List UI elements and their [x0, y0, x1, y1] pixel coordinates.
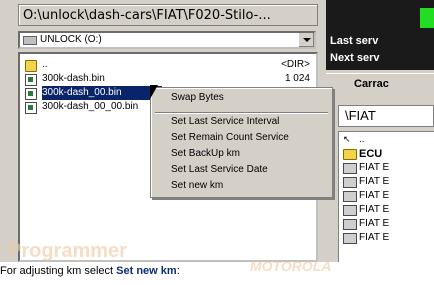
menu-item-swap-bytes[interactable]: Swap Bytes: [171, 91, 224, 105]
item-name: FIAT E: [359, 232, 390, 243]
chip-icon: [343, 177, 357, 188]
chip-icon: [343, 233, 357, 244]
chip-icon: [343, 219, 357, 230]
item-name: FIAT E: [359, 204, 390, 215]
item-name: ..: [359, 134, 365, 145]
item-name: FIAT E: [359, 218, 390, 229]
right-path-field[interactable]: \FIAT: [338, 105, 434, 127]
file-size: <DIR>: [281, 59, 310, 70]
mouse-cursor-icon: [150, 85, 158, 99]
tab-carrac[interactable]: Carrac: [326, 73, 434, 93]
chip-icon: [343, 163, 357, 174]
chip-icon: [343, 205, 357, 216]
item-name: FIAT E: [359, 176, 390, 187]
item-name: FIAT E: [359, 162, 390, 173]
drive-label: UNLOCK (O:): [40, 34, 102, 45]
item-name: FIAT E: [359, 190, 390, 201]
caption-suffix: :: [176, 265, 180, 277]
app-window: O:\unlock\dash-cars\FIAT\F020-Stilo-... …: [0, 0, 434, 262]
right-file-list[interactable]: ↖ .. ECU FIAT E FIAT E FIAT E FIAT E FIA…: [338, 131, 434, 262]
file-name: 300k-dash_00_00.bin: [42, 101, 139, 112]
file-size: 1 024: [284, 73, 310, 84]
instruction-caption: For adjusting km select Set new km:: [0, 265, 180, 277]
list-item[interactable]: 300k-dash.bin 1 024: [22, 72, 312, 86]
caption-bold: Set new km: [116, 265, 177, 277]
drive-icon: [23, 36, 37, 45]
chevron-down-icon[interactable]: [298, 33, 314, 47]
drive-select[interactable]: UNLOCK (O:): [18, 31, 316, 49]
menu-separator: [155, 112, 328, 114]
up-arrow-icon: ↖: [343, 134, 351, 144]
right-panel: Last serv Next serv Carrac \FIAT ↖ .. EC…: [326, 0, 434, 262]
file-name: 300k-dash_00.bin: [42, 86, 162, 100]
list-item-parent[interactable]: .. <DIR>: [22, 58, 312, 72]
menu-item-set-backup-km[interactable]: Set BackUp km: [171, 147, 240, 161]
chip-icon: [343, 191, 357, 202]
menu-item-set-remain-count-service[interactable]: Set Remain Count Service: [171, 131, 289, 145]
status-indicator: [420, 8, 434, 28]
context-menu: Swap Bytes Set Last Service Interval Set…: [150, 87, 333, 198]
bin-file-icon: [25, 88, 37, 100]
folder-icon: [25, 60, 37, 72]
path-field[interactable]: O:\unlock\dash-cars\FIAT\F020-Stilo-...: [18, 4, 318, 26]
item-name: ECU: [359, 148, 383, 160]
last-service-label: Last serv: [330, 35, 379, 47]
service-info-box: Last serv Next serv: [326, 0, 434, 70]
next-service-label: Next serv: [330, 52, 380, 64]
file-name: 300k-dash.bin: [42, 73, 105, 84]
bin-file-icon: [25, 74, 37, 86]
caption-prefix: For adjusting km select: [0, 265, 117, 277]
folder-icon: [343, 149, 357, 160]
bin-file-icon: [25, 102, 37, 114]
file-name: ..: [42, 59, 48, 70]
watermark-logo: Programmer: [8, 240, 127, 262]
watermark-logo: MOTOROLA: [250, 258, 332, 274]
menu-item-set-last-service-date[interactable]: Set Last Service Date: [171, 163, 268, 177]
menu-item-set-last-service-interval[interactable]: Set Last Service Interval: [171, 115, 279, 129]
menu-item-set-new-km[interactable]: Set new km: [171, 179, 223, 193]
